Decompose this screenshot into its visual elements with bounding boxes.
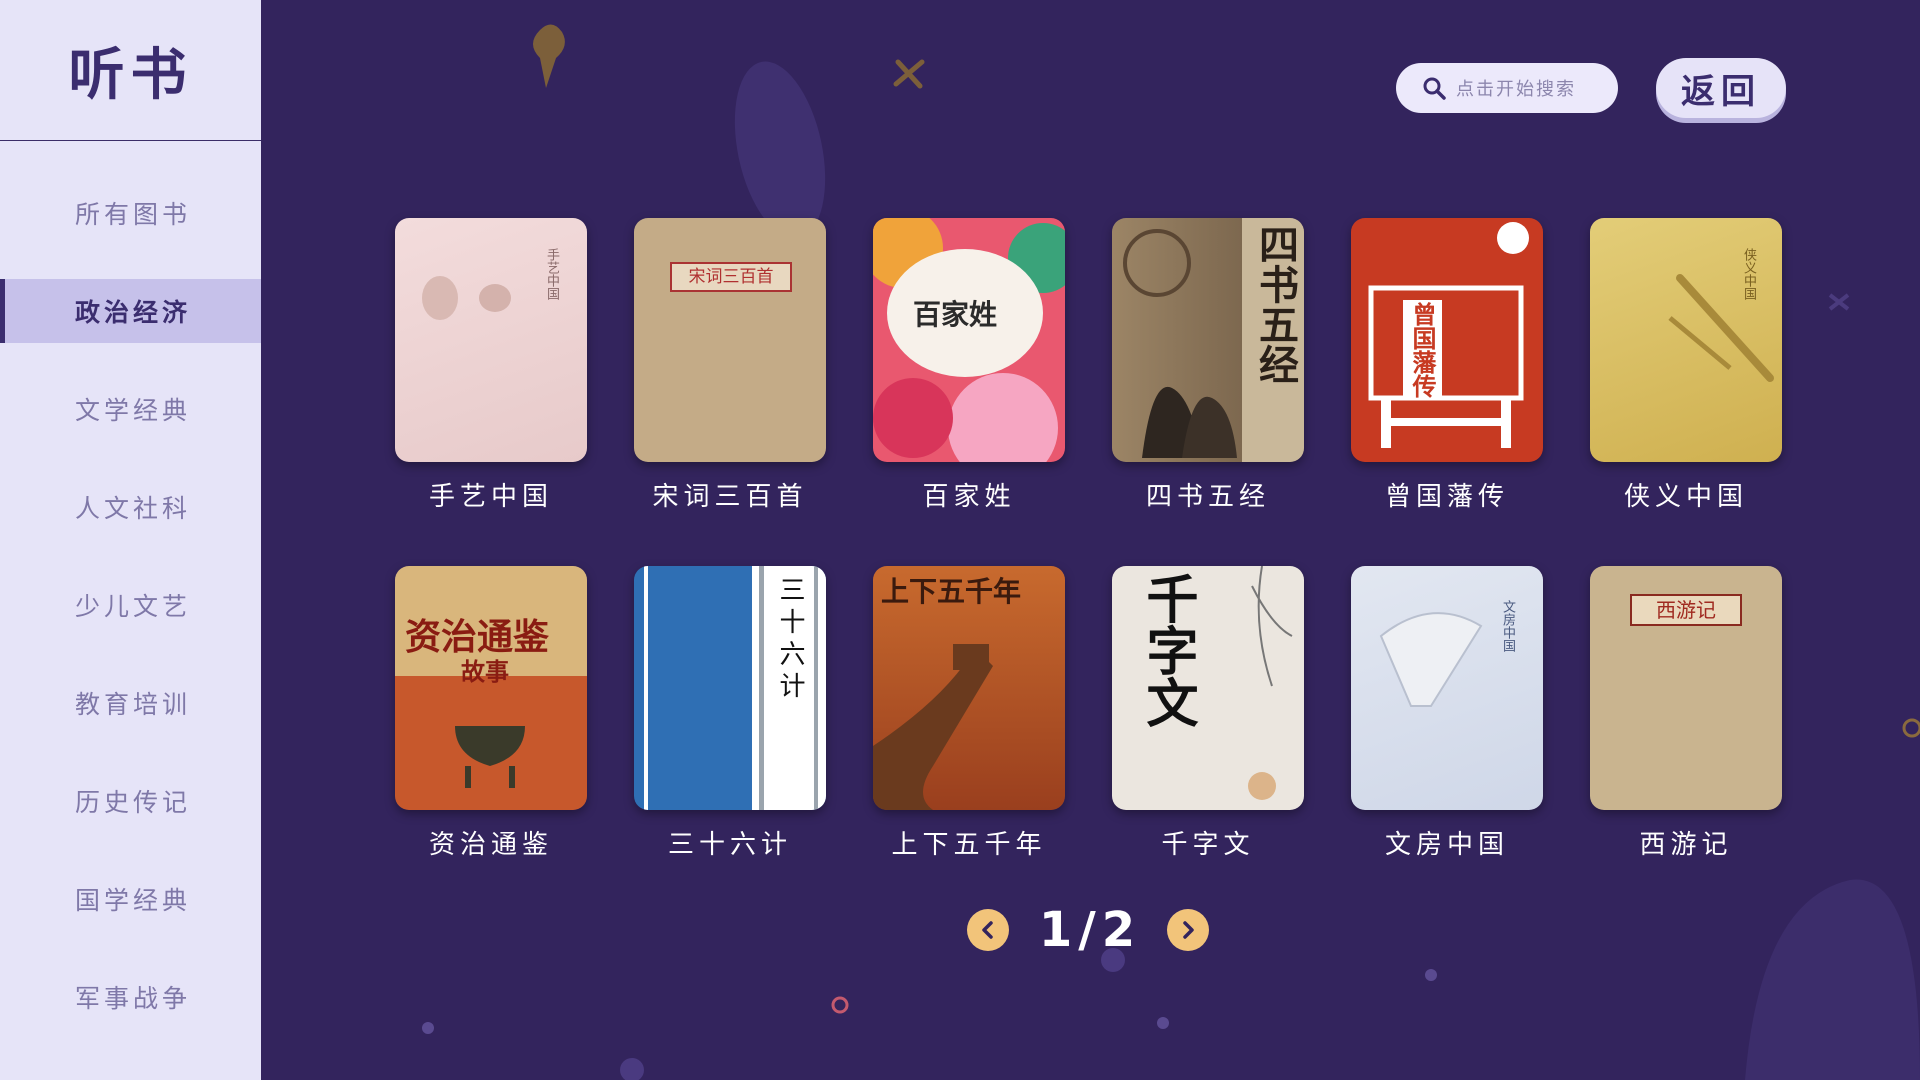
book-title: 手艺中国 — [428, 482, 553, 512]
chevron-left-icon — [982, 921, 993, 939]
book-title: 百家姓 — [922, 482, 1016, 512]
sidebar-item-education[interactable]: 教育培训 — [0, 671, 261, 735]
book-title: 三十六计 — [667, 830, 792, 860]
cover-text: 西游记 — [1630, 594, 1742, 626]
book-title: 上下五千年 — [891, 830, 1047, 860]
book-card[interactable]: 西游记 西游记 — [1590, 566, 1782, 861]
book-cover: 西游记 — [1590, 566, 1782, 810]
book-card[interactable]: 三十六计 三十六计 — [634, 566, 826, 861]
book-card[interactable]: 曾国藩传 曾国藩传 — [1351, 218, 1543, 513]
cover-text: 上下五千年 — [881, 575, 1022, 608]
book-cover: 三十六计 — [634, 566, 826, 810]
cover-text: 百家姓 — [913, 298, 998, 331]
cover-text: 文房中国 — [1500, 600, 1515, 652]
sidebar-item-chinese-classics[interactable]: 国学经典 — [0, 867, 261, 931]
sidebar-item-politics-economy[interactable]: 政治经济 — [0, 279, 261, 343]
cover-text: 三十六计 — [775, 576, 805, 704]
prev-page-button[interactable] — [967, 909, 1009, 951]
book-title: 侠义中国 — [1623, 482, 1748, 512]
book-cover: 四书五经 — [1112, 218, 1304, 462]
book-cover: 资治通鉴 故事 — [395, 566, 587, 810]
app-title: 听书 — [0, 0, 261, 141]
book-cover: 千字文 — [1112, 566, 1304, 810]
book-cover: 手艺中国 — [395, 218, 587, 462]
page-indicator: 1/2 — [1038, 902, 1142, 958]
cover-text: 四书五经 — [1252, 224, 1299, 384]
book-card[interactable]: 四书五经 四书五经 — [1112, 218, 1304, 513]
book-card[interactable]: 资治通鉴 故事 资治通鉴 — [395, 566, 587, 861]
category-nav: 所有图书 政治经济 文学经典 人文社科 少儿文艺 教育培训 历史传记 国学经典 … — [0, 181, 261, 1029]
sidebar-item-humanities[interactable]: 人文社科 — [0, 475, 261, 539]
book-cover: 曾国藩传 — [1351, 218, 1543, 462]
book-title: 宋词三百首 — [652, 482, 808, 512]
next-page-button[interactable] — [1167, 909, 1209, 951]
book-grid: 手艺中国 手艺中国 宋词三百首 宋词三百首 百家姓 百家姓 四书五经 四书五经 … — [395, 218, 1782, 861]
book-card[interactable]: 上下五千年 上下五千年 — [873, 566, 1065, 861]
sidebar-item-children-arts[interactable]: 少儿文艺 — [0, 573, 261, 637]
pagination: 1/2 — [967, 905, 1212, 955]
book-card[interactable]: 侠义中国 侠义中国 — [1590, 218, 1782, 513]
cover-text: 手艺中国 — [544, 248, 559, 300]
book-title: 资治通鉴 — [428, 830, 553, 860]
book-cover: 宋词三百首 — [634, 218, 826, 462]
search-icon — [1423, 77, 1446, 100]
book-title: 西游记 — [1639, 830, 1733, 860]
search-placeholder: 点击开始搜索 — [1456, 79, 1576, 100]
book-title: 曾国藩传 — [1384, 482, 1509, 512]
book-card[interactable]: 文房中国 文房中国 — [1351, 566, 1543, 861]
sidebar-item-all-books[interactable]: 所有图书 — [0, 181, 261, 245]
book-cover: 文房中国 — [1351, 566, 1543, 810]
book-cover: 上下五千年 — [873, 566, 1065, 810]
book-title: 千字文 — [1161, 830, 1255, 860]
book-title: 文房中国 — [1384, 830, 1509, 860]
cover-text: 千字文 — [1137, 572, 1198, 728]
cover-text: 宋词三百首 — [670, 262, 792, 292]
book-card[interactable]: 宋词三百首 宋词三百首 — [634, 218, 826, 513]
book-card[interactable]: 手艺中国 手艺中国 — [395, 218, 587, 513]
book-card[interactable]: 千字文 千字文 — [1112, 566, 1304, 861]
cover-text: 曾国藩传 — [1403, 300, 1442, 400]
cover-text: 侠义中国 — [1741, 248, 1756, 300]
book-title: 四书五经 — [1145, 482, 1270, 512]
book-card[interactable]: 百家姓 百家姓 — [873, 218, 1065, 513]
book-cover: 侠义中国 — [1590, 218, 1782, 462]
sidebar-item-history-biography[interactable]: 历史传记 — [0, 769, 261, 833]
sidebar-item-military[interactable]: 军事战争 — [0, 965, 261, 1029]
chevron-right-icon — [1183, 921, 1194, 939]
search-input[interactable]: 点击开始搜索 — [1396, 63, 1618, 113]
back-button[interactable]: 返回 — [1656, 58, 1786, 118]
sidebar-item-literature-classics[interactable]: 文学经典 — [0, 377, 261, 441]
book-cover: 百家姓 — [873, 218, 1065, 462]
sidebar: 听书 所有图书 政治经济 文学经典 人文社科 少儿文艺 教育培训 历史传记 国学… — [0, 0, 261, 1080]
